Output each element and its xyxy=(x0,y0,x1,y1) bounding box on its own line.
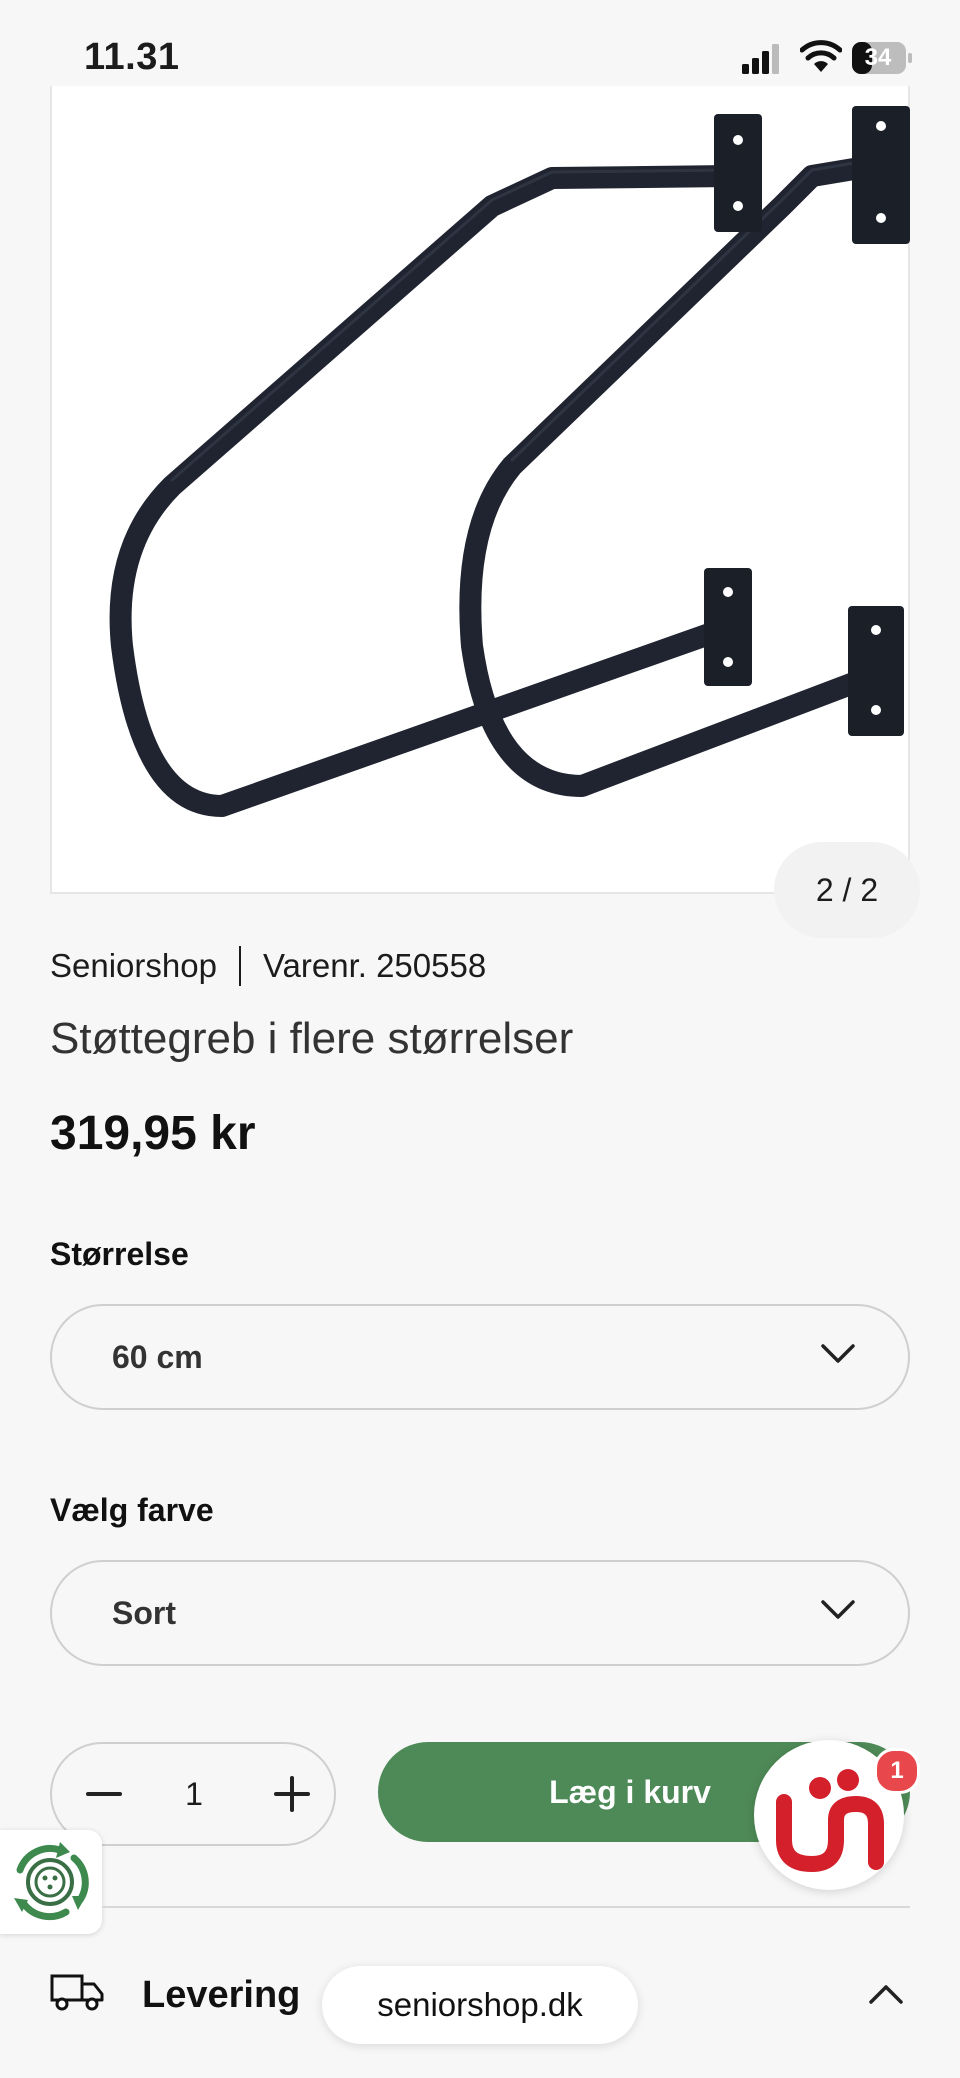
chevron-down-icon xyxy=(821,1600,855,1619)
product-image[interactable]: 2 / 2 xyxy=(50,86,920,938)
quantity-value[interactable]: 1 xyxy=(162,1744,226,1844)
chevron-down-icon xyxy=(821,1344,855,1363)
color-label: Vælg farve xyxy=(50,1492,214,1528)
brand-name: Seniorshop xyxy=(50,947,217,984)
battery-level: 34 xyxy=(864,44,892,71)
size-value: 60 cm xyxy=(112,1339,203,1375)
size-label: Størrelse xyxy=(50,1236,189,1272)
signal-icon xyxy=(742,44,779,74)
add-to-cart-label: Læg i kurv xyxy=(549,1774,711,1810)
color-select[interactable]: Sort xyxy=(50,1560,910,1666)
product-price: 319,95 kr xyxy=(50,1107,256,1160)
recycle-icon xyxy=(14,1842,89,1921)
section-divider xyxy=(102,1906,910,1908)
truck-icon xyxy=(50,1974,104,2011)
sku: Varenr. 250558 xyxy=(262,947,487,984)
grab-bar-illustration xyxy=(109,106,910,817)
url-bar[interactable]: seniorshop.dk xyxy=(322,1966,638,2044)
minus-icon[interactable] xyxy=(82,1772,126,1816)
product-meta: Seniorshop Varenr. 250558 xyxy=(50,946,486,986)
image-counter: 2 / 2 xyxy=(774,842,920,938)
eco-widget[interactable] xyxy=(0,1830,102,1934)
size-select[interactable]: 60 cm xyxy=(50,1304,910,1410)
product-title: Støttegreb i flere størrelser xyxy=(50,1014,574,1063)
chevron-up-icon[interactable] xyxy=(868,1982,904,2006)
wifi-icon xyxy=(800,40,842,72)
meta-divider xyxy=(238,946,241,986)
chat-badge: 1 xyxy=(874,1748,920,1794)
color-value: Sort xyxy=(112,1595,176,1631)
status-time: 11.31 xyxy=(84,36,180,78)
status-bar: 11.31 34 xyxy=(0,0,960,88)
plus-icon[interactable] xyxy=(270,1772,314,1816)
delivery-label[interactable]: Levering xyxy=(142,1974,300,2017)
